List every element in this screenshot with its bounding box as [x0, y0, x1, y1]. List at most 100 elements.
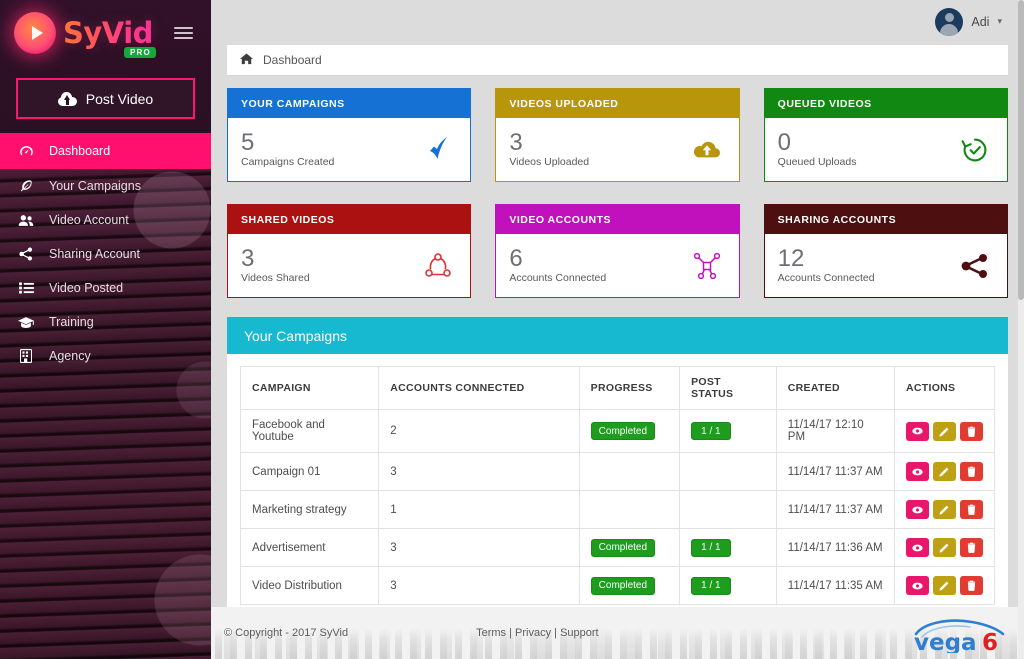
column-header-post-status: POST STATUS: [680, 367, 777, 410]
sidebar-item-agency[interactable]: Agency: [0, 339, 211, 373]
cell-actions: [895, 410, 995, 453]
stat-card-title: SHARING ACCOUNTS: [765, 205, 1007, 234]
table-header-row: CAMPAIGN ACCOUNTS CONNECTED PROGRESS POS…: [241, 367, 995, 410]
trash-icon[interactable]: [960, 500, 983, 519]
svg-text:6: 6: [982, 630, 998, 653]
trash-icon[interactable]: [960, 576, 983, 595]
sidebar-item-label: Video Account: [49, 213, 129, 227]
share-solid-icon: [957, 249, 993, 283]
brand-name: SyVid: [63, 16, 153, 50]
post-status-badge: 1 / 1: [691, 577, 730, 595]
stat-card-videos-uploaded[interactable]: VIDEOS UPLOADED 3 Videos Uploaded: [495, 88, 739, 182]
sidebar-item-sharing-account[interactable]: Sharing Account: [0, 237, 211, 271]
cell-progress: Completed: [579, 410, 679, 453]
list-icon: [17, 282, 35, 294]
column-header-actions: ACTIONS: [895, 367, 995, 410]
eye-icon[interactable]: [906, 500, 929, 519]
cell-post-status: [680, 453, 777, 491]
footer-link-privacy[interactable]: Privacy: [515, 627, 551, 639]
status-badge: Completed: [591, 422, 655, 440]
building-icon: [17, 349, 35, 363]
copyright-text: © Copyright - 2017 SyVid: [224, 627, 348, 639]
stat-card-label: Videos Uploaded: [509, 156, 589, 168]
footer-separator: |: [506, 627, 515, 639]
cell-created: 11/14/17 11:36 AM: [776, 529, 894, 567]
cell-accounts: 3: [379, 529, 579, 567]
user-avatar-icon: [935, 8, 963, 36]
cell-actions: [895, 453, 995, 491]
table-row: Facebook and Youtube 2 Completed 1 / 1 1…: [241, 410, 995, 453]
cell-campaign: Campaign 01: [241, 453, 379, 491]
sidebar-item-video-posted[interactable]: Video Posted: [0, 271, 211, 305]
stat-card-title: VIDEO ACCOUNTS: [496, 205, 738, 234]
column-header-progress: PROGRESS: [579, 367, 679, 410]
column-header-campaign: CAMPAIGN: [241, 367, 379, 410]
cell-created: 11/14/17 11:37 AM: [776, 491, 894, 529]
pencil-icon[interactable]: [933, 422, 956, 441]
cell-post-status: 1 / 1: [680, 567, 777, 605]
hamburger-icon[interactable]: [170, 23, 197, 43]
topbar: Adi ▾: [211, 0, 1024, 43]
stat-card-label: Campaigns Created: [241, 156, 334, 168]
stat-card-label: Videos Shared: [241, 272, 310, 284]
sidebar: SyVid PRO Post Video Dashboard: [0, 0, 211, 659]
post-status-badge: 1 / 1: [691, 539, 730, 557]
cell-post-status: 1 / 1: [680, 529, 777, 567]
stat-card-title: SHARED VIDEOS: [228, 205, 470, 234]
stat-card-label: Queued Uploads: [778, 156, 857, 168]
eye-icon[interactable]: [906, 538, 929, 557]
stat-card-video-accounts[interactable]: VIDEO ACCOUNTS 6 Accounts Connected: [495, 204, 739, 298]
cell-campaign: Marketing strategy: [241, 491, 379, 529]
trash-icon[interactable]: [960, 422, 983, 441]
check-icon: [420, 133, 456, 167]
pencil-icon[interactable]: [933, 500, 956, 519]
cell-progress: Completed: [579, 529, 679, 567]
stat-card-your-campaigns[interactable]: YOUR CAMPAIGNS 5 Campaigns Created: [227, 88, 471, 182]
pencil-icon[interactable]: [933, 462, 956, 481]
eye-icon[interactable]: [906, 422, 929, 441]
campaigns-table: CAMPAIGN ACCOUNTS CONNECTED PROGRESS POS…: [240, 366, 995, 605]
table-row: Advertisement 3 Completed 1 / 1 11/14/17…: [241, 529, 995, 567]
pencil-icon[interactable]: [933, 576, 956, 595]
post-video-label: Post Video: [86, 91, 153, 107]
eye-icon[interactable]: [906, 462, 929, 481]
pencil-icon[interactable]: [933, 538, 956, 557]
footer-link-support[interactable]: Support: [560, 627, 599, 639]
stat-card-value: 0: [778, 131, 857, 155]
panel-title: Your Campaigns: [227, 317, 1008, 354]
stat-card-label: Accounts Connected: [509, 272, 606, 284]
cell-created: 11/14/17 11:37 AM: [776, 453, 894, 491]
cell-actions: [895, 491, 995, 529]
stat-card-shared-videos[interactable]: SHARED VIDEOS 3 Videos Shared: [227, 204, 471, 298]
stat-card-queued-videos[interactable]: QUEUED VIDEOS 0 Queued Uploads: [764, 88, 1008, 182]
sidebar-item-your-campaigns[interactable]: Your Campaigns: [0, 169, 211, 203]
trash-icon[interactable]: [960, 462, 983, 481]
feather-icon: [17, 179, 35, 193]
footer-link-terms[interactable]: Terms: [476, 627, 506, 639]
post-status-badge: 1 / 1: [691, 422, 730, 440]
stat-card-value: 12: [778, 247, 875, 271]
cloud-upload-icon: [58, 92, 77, 106]
scrollbar-thumb[interactable]: [1018, 0, 1024, 300]
column-header-created: CREATED: [776, 367, 894, 410]
cell-accounts: 3: [379, 453, 579, 491]
user-menu[interactable]: Adi ▾: [935, 8, 1002, 36]
post-video-button[interactable]: Post Video: [16, 78, 195, 119]
sidebar-item-label: Agency: [49, 349, 91, 363]
eye-icon[interactable]: [906, 576, 929, 595]
vega6-logo: vega 6: [910, 619, 1008, 653]
sidebar-item-training[interactable]: Training: [0, 305, 211, 339]
cell-post-status: 1 / 1: [680, 410, 777, 453]
logo[interactable]: SyVid PRO: [14, 12, 153, 54]
cell-accounts: 2: [379, 410, 579, 453]
status-badge: Completed: [591, 577, 655, 595]
cloud-upload-icon: [689, 133, 725, 167]
page-scrollbar[interactable]: [1018, 0, 1024, 659]
cell-campaign: Video Distribution: [241, 567, 379, 605]
sidebar-item-video-account[interactable]: Video Account: [0, 203, 211, 237]
dashboard-icon: [17, 145, 35, 158]
sidebar-item-label: Training: [49, 315, 94, 329]
sidebar-item-dashboard[interactable]: Dashboard: [0, 133, 211, 169]
stat-card-sharing-accounts[interactable]: SHARING ACCOUNTS 12 Accounts Connected: [764, 204, 1008, 298]
trash-icon[interactable]: [960, 538, 983, 557]
